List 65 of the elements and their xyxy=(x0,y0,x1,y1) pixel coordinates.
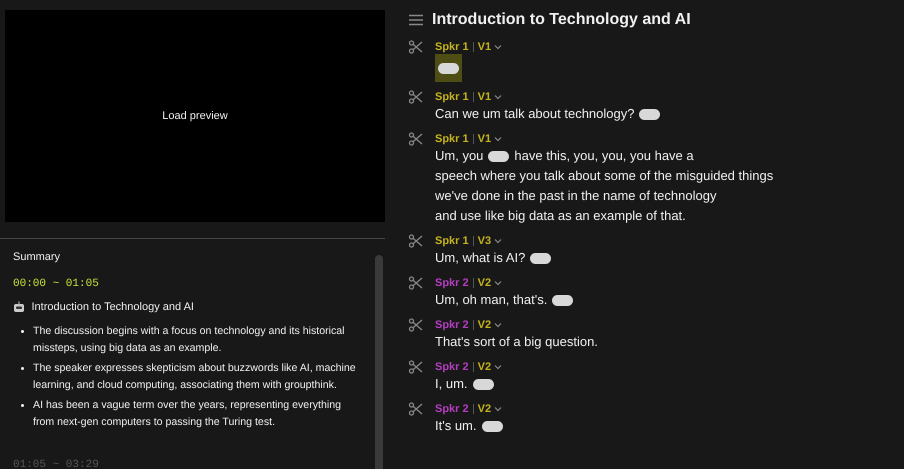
summary-bullet: The speaker expresses skepticism about buzzwords like AI, machine learning, and cloud computing, associating them with groupthink. xyxy=(33,361,357,393)
bullet-dot xyxy=(21,330,24,333)
version-label[interactable]: V2 xyxy=(478,402,492,416)
version-label[interactable]: V1 xyxy=(478,90,492,104)
chevron-down-icon[interactable] xyxy=(494,322,502,328)
transcript-text: have this, you, you, you have a xyxy=(514,148,694,163)
time-range: 01:05 ~ 03:29 xyxy=(13,458,100,469)
chevron-down-icon[interactable] xyxy=(494,406,502,412)
summary-bullet: The discussion begins with a focus on technology and its historical missteps, using big data as an example. xyxy=(33,324,346,356)
speaker-label[interactable]: Spkr 1 xyxy=(435,234,469,248)
transcript-text: Can we um talk about technology? xyxy=(435,106,634,121)
pause-marker[interactable] xyxy=(482,421,502,432)
speaker-label[interactable]: Spkr 2 xyxy=(435,276,469,290)
scissors-icon[interactable] xyxy=(408,234,423,248)
bullet-dot xyxy=(21,367,24,370)
version-label[interactable]: V2 xyxy=(478,318,492,332)
version-label[interactable]: V1 xyxy=(478,132,492,146)
speaker-label[interactable]: Spkr 1 xyxy=(435,40,469,54)
bullet-dot xyxy=(21,404,24,407)
pause-marker[interactable] xyxy=(488,151,510,162)
scrollbar[interactable] xyxy=(375,255,383,469)
chevron-down-icon[interactable] xyxy=(494,94,502,100)
speaker-label[interactable]: Spkr 2 xyxy=(435,360,469,374)
menu-icon[interactable] xyxy=(408,14,424,26)
version-label[interactable]: V3 xyxy=(478,234,492,248)
transcript-text: we've done in the past in the name of technology xyxy=(435,188,716,203)
scissors-icon[interactable] xyxy=(408,276,423,290)
time-range: 00:00 ~ 01:05 xyxy=(13,276,100,292)
transcript-text: Um, oh man, that's. xyxy=(435,292,548,307)
chevron-down-icon[interactable] xyxy=(494,44,502,50)
transcript-text: It's um. xyxy=(435,418,476,433)
summary-title: Summary xyxy=(13,250,62,265)
transcript-text: That's sort of a big question. xyxy=(435,334,598,349)
chevron-down-icon[interactable] xyxy=(494,136,502,142)
scissors-icon[interactable] xyxy=(408,90,423,104)
speaker-label[interactable]: Spkr 1 xyxy=(435,90,469,104)
chevron-down-icon[interactable] xyxy=(494,364,502,370)
scissors-icon[interactable] xyxy=(408,40,423,54)
scissors-icon[interactable] xyxy=(408,402,423,416)
scissors-icon[interactable] xyxy=(408,318,423,332)
transcript-text: Um, what is AI? xyxy=(435,250,526,265)
robot-icon xyxy=(13,300,25,313)
transcript-title: Introduction to Technology and AI xyxy=(432,10,691,30)
chevron-down-icon[interactable] xyxy=(494,238,502,244)
scissors-icon[interactable] xyxy=(408,360,423,374)
transcript-text: and use like big data as an example of that. xyxy=(435,208,686,223)
pause-marker[interactable] xyxy=(472,379,494,390)
pause-marker[interactable] xyxy=(530,253,552,264)
version-label[interactable]: V2 xyxy=(478,360,492,374)
transcript-text: Um, you xyxy=(435,148,484,163)
scissors-icon[interactable] xyxy=(408,132,423,146)
preview-label[interactable]: Load preview xyxy=(162,108,228,124)
topic-title: Introduction to Technology and AI xyxy=(32,300,194,314)
speaker-label[interactable]: Spkr 2 xyxy=(435,402,469,416)
transcript-text: I, um. xyxy=(435,376,468,391)
summary-bullet: AI has been a vague term over the years, representing everything from next-gen computers to passing the Turing test. xyxy=(33,398,342,430)
pause-marker[interactable] xyxy=(552,295,574,306)
version-label[interactable]: V2 xyxy=(478,276,492,290)
transcript-text: speech where you talk about some of the misguided things xyxy=(435,168,774,183)
version-label[interactable]: V1 xyxy=(478,40,492,54)
chevron-down-icon[interactable] xyxy=(494,280,502,286)
speaker-label[interactable]: Spkr 1 xyxy=(435,132,469,146)
pause-marker[interactable] xyxy=(435,54,462,82)
speaker-label[interactable]: Spkr 2 xyxy=(435,318,469,332)
pause-marker[interactable] xyxy=(639,109,660,120)
